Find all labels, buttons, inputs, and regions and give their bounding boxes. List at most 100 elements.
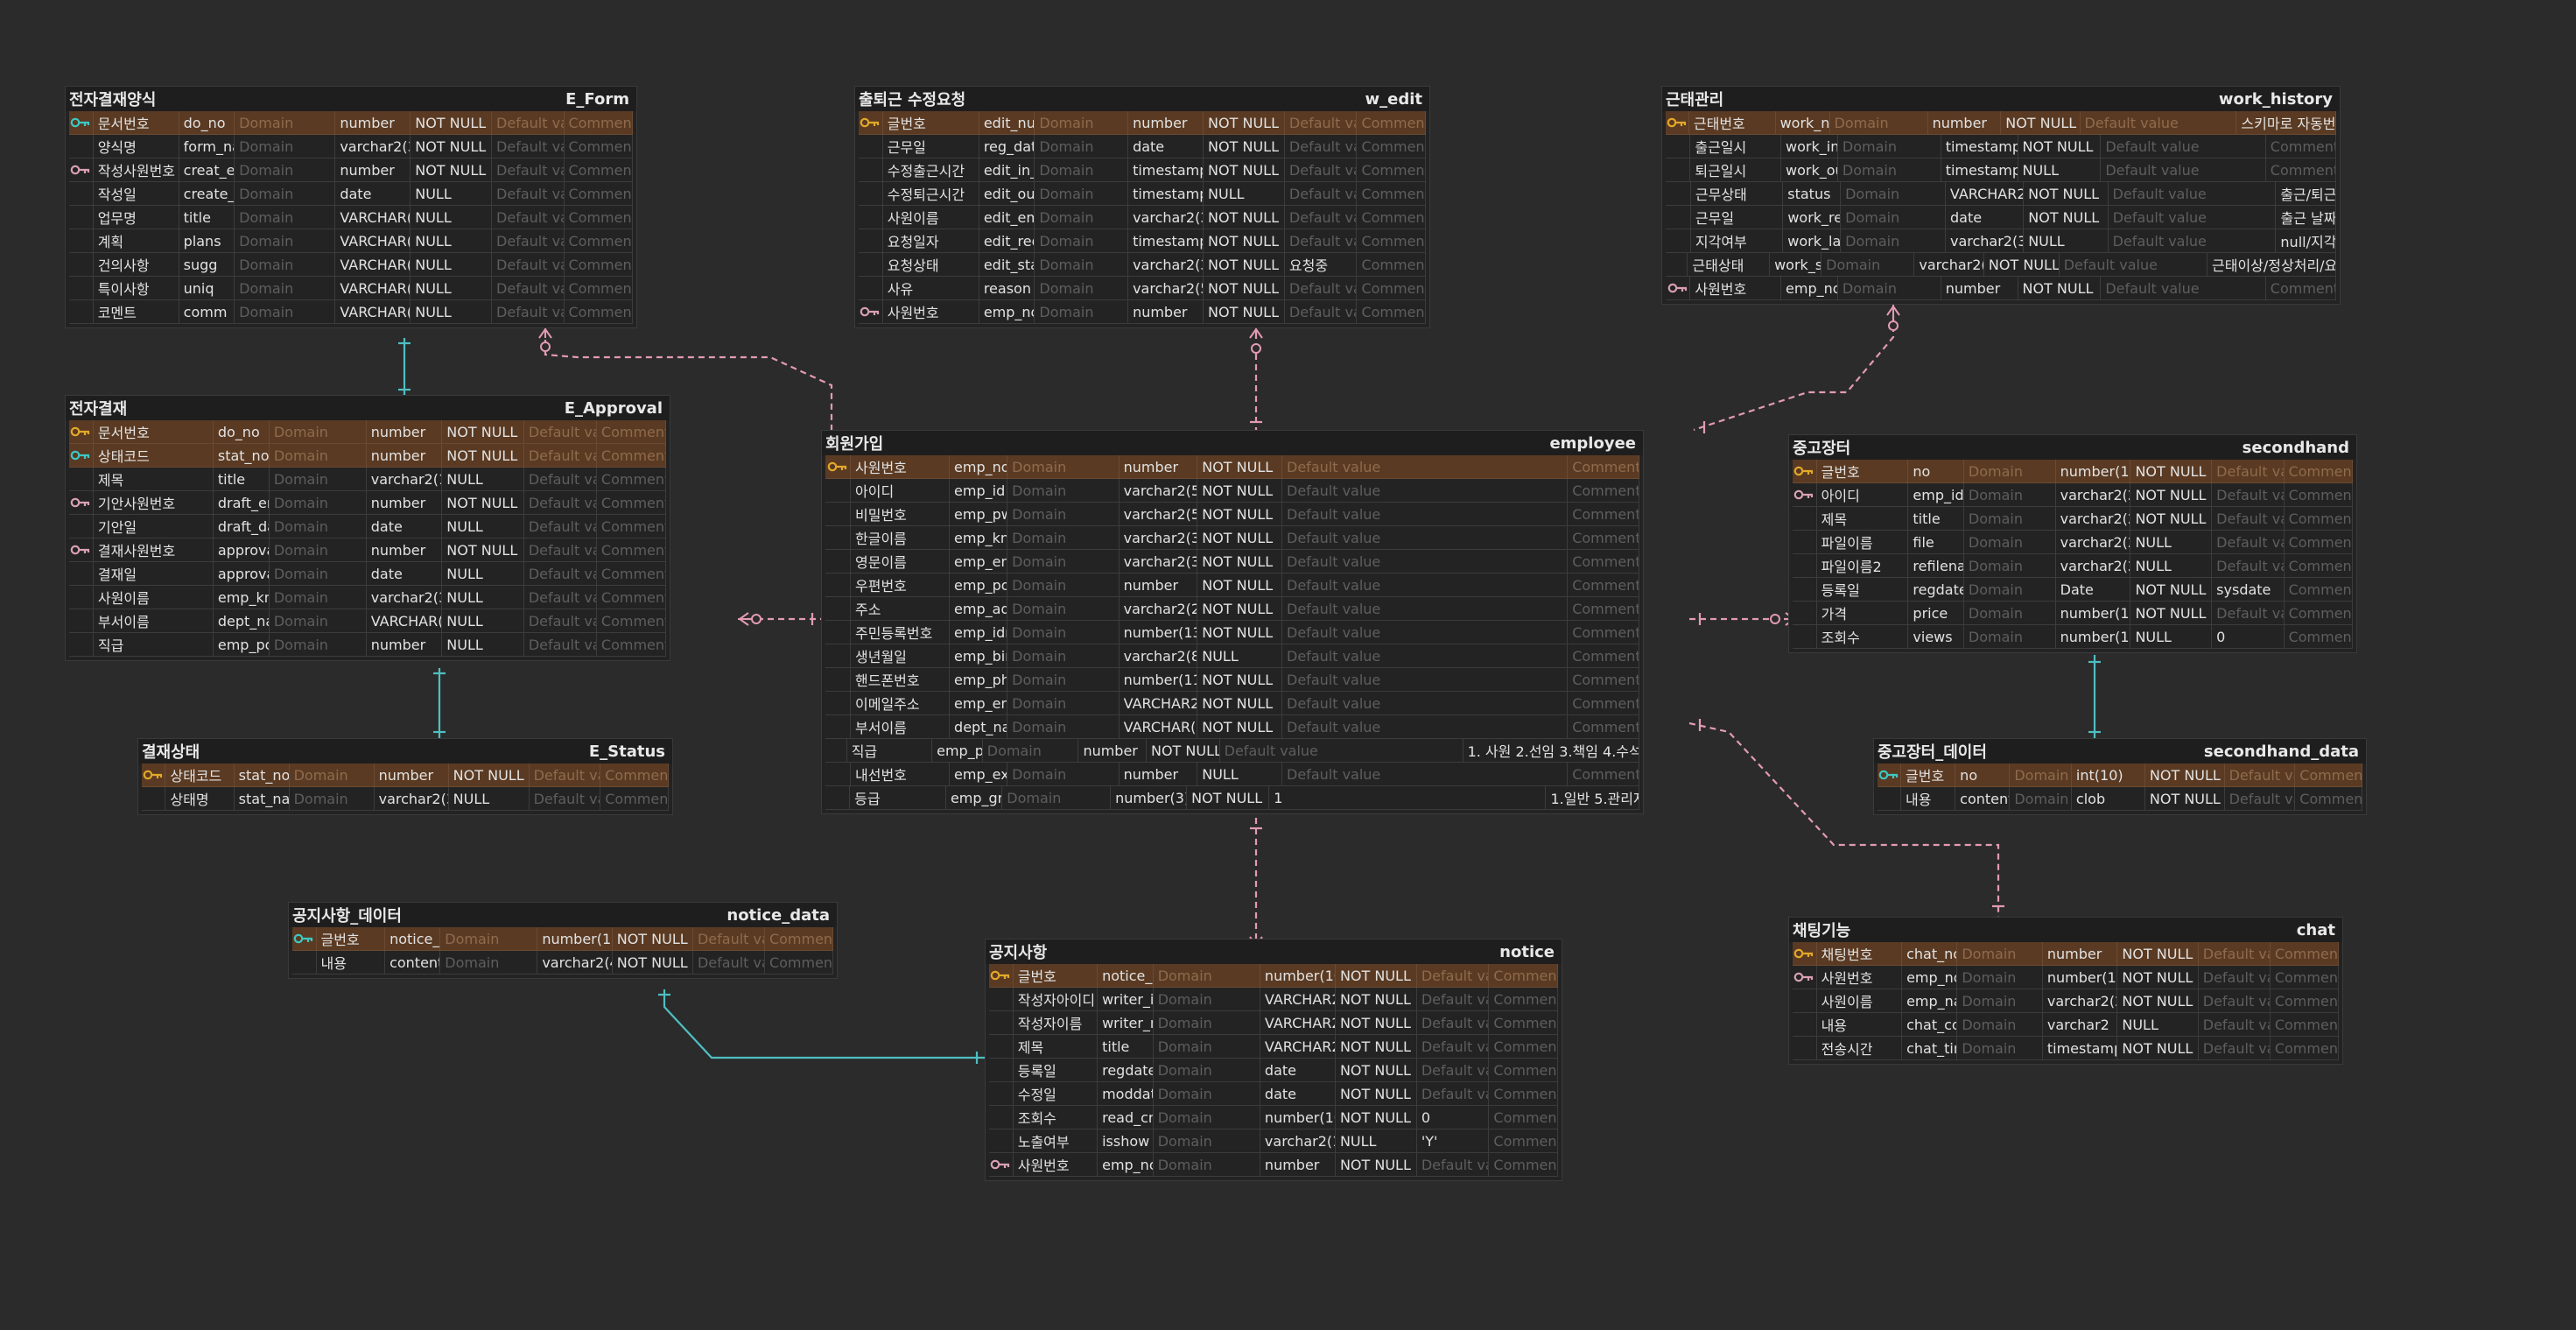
cell-nullable[interactable]: NOT NULL bbox=[1197, 550, 1283, 574]
column-row[interactable]: 제목titleDomainVARCHAR2(500)NOT NULLDefaul… bbox=[989, 1035, 1558, 1059]
cell-default[interactable]: Default value bbox=[1282, 550, 1569, 574]
cell-default[interactable]: Default value bbox=[1416, 1153, 1490, 1177]
cell-logical[interactable]: 사유 bbox=[882, 277, 979, 300]
column-row[interactable]: 근무일reg_dateDomaindateNOT NULLDefault val… bbox=[859, 135, 1427, 158]
column-row[interactable]: 등록일regdateDomaindateNOT NULLDefault valu… bbox=[989, 1059, 1558, 1082]
cell-domain[interactable]: Domain bbox=[1007, 668, 1120, 692]
cell-nullable[interactable]: NULL bbox=[411, 253, 493, 277]
cell-nullable[interactable]: NOT NULL bbox=[1197, 715, 1283, 739]
cell-type[interactable]: number bbox=[1119, 455, 1198, 479]
cell-nullable[interactable]: NULL bbox=[2117, 1013, 2199, 1037]
cell-logical[interactable]: 양식명 bbox=[93, 135, 179, 158]
cell-domain[interactable]: Domain bbox=[1007, 455, 1120, 479]
column-row[interactable]: 비밀번호emp_pwDomainvarchar2(50)NOT NULLDefa… bbox=[825, 503, 1639, 526]
cell-physical[interactable]: reg_date bbox=[979, 135, 1035, 158]
cell-domain[interactable]: Domain bbox=[2010, 787, 2072, 811]
cell-nullable[interactable]: NULL bbox=[1197, 644, 1283, 668]
cell-domain[interactable]: Domain bbox=[1153, 964, 1260, 988]
cell-logical[interactable]: 직급 bbox=[846, 739, 933, 763]
cell-domain[interactable]: Domain bbox=[1035, 300, 1129, 324]
cell-type[interactable]: VARCHAR2(500) bbox=[1260, 1035, 1336, 1059]
table-header[interactable]: 출퇴근 수정요청 w_edit bbox=[855, 87, 1429, 111]
column-row[interactable]: 근무일work_reg_dateDomaindateNOT NULLDefaul… bbox=[1666, 206, 2336, 229]
cell-nullable[interactable]: NULL bbox=[411, 277, 493, 300]
cell-domain[interactable]: Domain bbox=[1007, 763, 1120, 786]
column-row[interactable]: 사원이름emp_knameDomainvarchar2(30)NULLDefau… bbox=[69, 586, 666, 609]
cell-comment[interactable]: Comment bbox=[2265, 135, 2336, 158]
cell-nullable[interactable]: NOT NULL bbox=[2018, 277, 2102, 300]
cell-domain[interactable]: Domain bbox=[235, 182, 336, 206]
column-row[interactable]: 가격priceDomainnumber(10)NOT NULLDefault v… bbox=[1793, 602, 2353, 625]
cell-default[interactable]: Default value bbox=[2108, 182, 2277, 206]
column-row[interactable]: 등급emp_gradeDomainnumber(3)NOT NULL11.일반 … bbox=[825, 786, 1639, 810]
column-row[interactable]: 수정일moddateDomaindateNOT NULLDefault valu… bbox=[989, 1082, 1558, 1106]
cell-default[interactable]: Default value bbox=[1284, 300, 1358, 324]
cell-logical[interactable]: 퇴근일시 bbox=[1690, 158, 1782, 182]
cell-default[interactable]: Default value bbox=[1416, 1059, 1490, 1082]
column-row[interactable]: 전송시간chat_timeDomaintimestampNOT NULLDefa… bbox=[1793, 1037, 2339, 1060]
cell-comment[interactable]: 1.일반 5.관리자 bbox=[1546, 786, 1639, 810]
cell-physical[interactable]: emp_id bbox=[1908, 483, 1964, 507]
cell-comment[interactable]: Comment bbox=[1489, 988, 1558, 1011]
cell-default[interactable]: Default value bbox=[1282, 479, 1569, 503]
cell-physical[interactable]: emp_ename bbox=[950, 550, 1008, 574]
cell-comment[interactable]: Comment bbox=[1489, 1153, 1558, 1177]
cell-logical[interactable]: 수정일 bbox=[1013, 1082, 1098, 1106]
cell-domain[interactable]: Domain bbox=[1957, 1013, 2043, 1037]
cell-domain[interactable]: Domain bbox=[289, 787, 375, 811]
column-row[interactable]: 노출여부isshowDomainvarchar2(1)NULL'Y'Commen… bbox=[989, 1129, 1558, 1153]
cell-logical[interactable]: 사원번호 bbox=[851, 455, 951, 479]
cell-default[interactable]: Default value bbox=[529, 764, 601, 787]
cell-comment[interactable]: Comment bbox=[1568, 644, 1639, 668]
cell-type[interactable]: number bbox=[2042, 942, 2118, 966]
cell-comment[interactable]: Comment bbox=[564, 300, 633, 324]
table-header[interactable]: 전자결재 E_Approval bbox=[66, 396, 670, 420]
cell-default[interactable]: Default value bbox=[523, 515, 597, 538]
column-row[interactable]: 등록일 regdate Domain Date NOT NULL sysdate Comme… bbox=[1793, 578, 2353, 602]
cell-logical[interactable]: 글번호 bbox=[1013, 964, 1098, 988]
cell-domain[interactable]: Domain bbox=[1837, 277, 1941, 300]
cell-domain[interactable]: Domain bbox=[1007, 479, 1120, 503]
cell-comment[interactable]: Comment bbox=[1357, 253, 1427, 277]
table-header[interactable]: 회원가입 employee bbox=[822, 431, 1643, 455]
table-E_Status[interactable]: 결재상태 E_Status 상태코드 stat_no Domain number NOT N… bbox=[137, 738, 673, 815]
cell-nullable[interactable]: NULL bbox=[442, 515, 524, 538]
cell-domain[interactable]: Domain bbox=[1837, 135, 1941, 158]
cell-default[interactable]: Default value bbox=[1416, 1011, 1490, 1035]
cell-type[interactable]: VARCHAR(255) bbox=[335, 206, 411, 229]
cell-default[interactable]: Default value bbox=[492, 182, 565, 206]
cell-physical[interactable]: work_in_time bbox=[1781, 135, 1838, 158]
cell-default[interactable]: Default value bbox=[492, 300, 565, 324]
table-chat[interactable]: 채팅기능 chat 채팅번호 chat_no Domain number NOT NULL D… bbox=[1788, 917, 2343, 1065]
cell-logical[interactable]: 글번호 bbox=[882, 111, 979, 135]
cell-nullable[interactable]: NOT NULL bbox=[2130, 483, 2213, 507]
cell-default[interactable]: 'Y' bbox=[1416, 1129, 1490, 1153]
cell-type[interactable]: timestamp bbox=[1941, 135, 2018, 158]
cell-type[interactable]: timestamp bbox=[1128, 158, 1204, 182]
column-row[interactable]: 부서이름dept_nameDomainVARCHAR(50)NOT NULLDe… bbox=[825, 715, 1639, 739]
cell-type[interactable]: date bbox=[1128, 135, 1204, 158]
column-row[interactable]: 글번호notice_noDomainnumber(10)NOT NULLDefa… bbox=[292, 927, 833, 951]
cell-physical[interactable]: content bbox=[1955, 787, 2011, 811]
cell-nullable[interactable]: NULL bbox=[1204, 182, 1285, 206]
cell-nullable[interactable]: NULL bbox=[442, 562, 524, 586]
cell-physical[interactable]: emp_id bbox=[950, 479, 1008, 503]
cell-nullable[interactable]: NOT NULL bbox=[448, 764, 530, 787]
cell-default[interactable]: Default value bbox=[1284, 158, 1358, 182]
cell-default[interactable]: Default value bbox=[1284, 206, 1358, 229]
column-row[interactable]: 아이디emp_idDomainvarchar2(255)NOT NULLDefa… bbox=[1793, 483, 2353, 507]
cell-comment[interactable]: Comment bbox=[1357, 111, 1427, 135]
column-row[interactable]: 기안일draft_dateDomaindateNULLDefault value… bbox=[69, 515, 666, 538]
cell-logical[interactable]: 상태코드 bbox=[93, 444, 214, 468]
cell-nullable[interactable]: NOT NULL bbox=[1204, 111, 1285, 135]
cell-domain[interactable]: Domain bbox=[1153, 1153, 1260, 1177]
cell-nullable[interactable]: NOT NULL bbox=[2130, 578, 2213, 602]
cell-default[interactable]: Default value bbox=[2101, 158, 2266, 182]
cell-comment[interactable]: Comment bbox=[2270, 989, 2339, 1013]
cell-comment[interactable]: Comment bbox=[1568, 550, 1639, 574]
cell-nullable[interactable]: NULL bbox=[411, 182, 493, 206]
cell-default[interactable]: Default value bbox=[1284, 111, 1358, 135]
cell-default[interactable]: Default value bbox=[1284, 182, 1358, 206]
cell-type[interactable]: varchar2(8) bbox=[1119, 644, 1198, 668]
cell-comment[interactable]: Comment bbox=[596, 633, 666, 657]
